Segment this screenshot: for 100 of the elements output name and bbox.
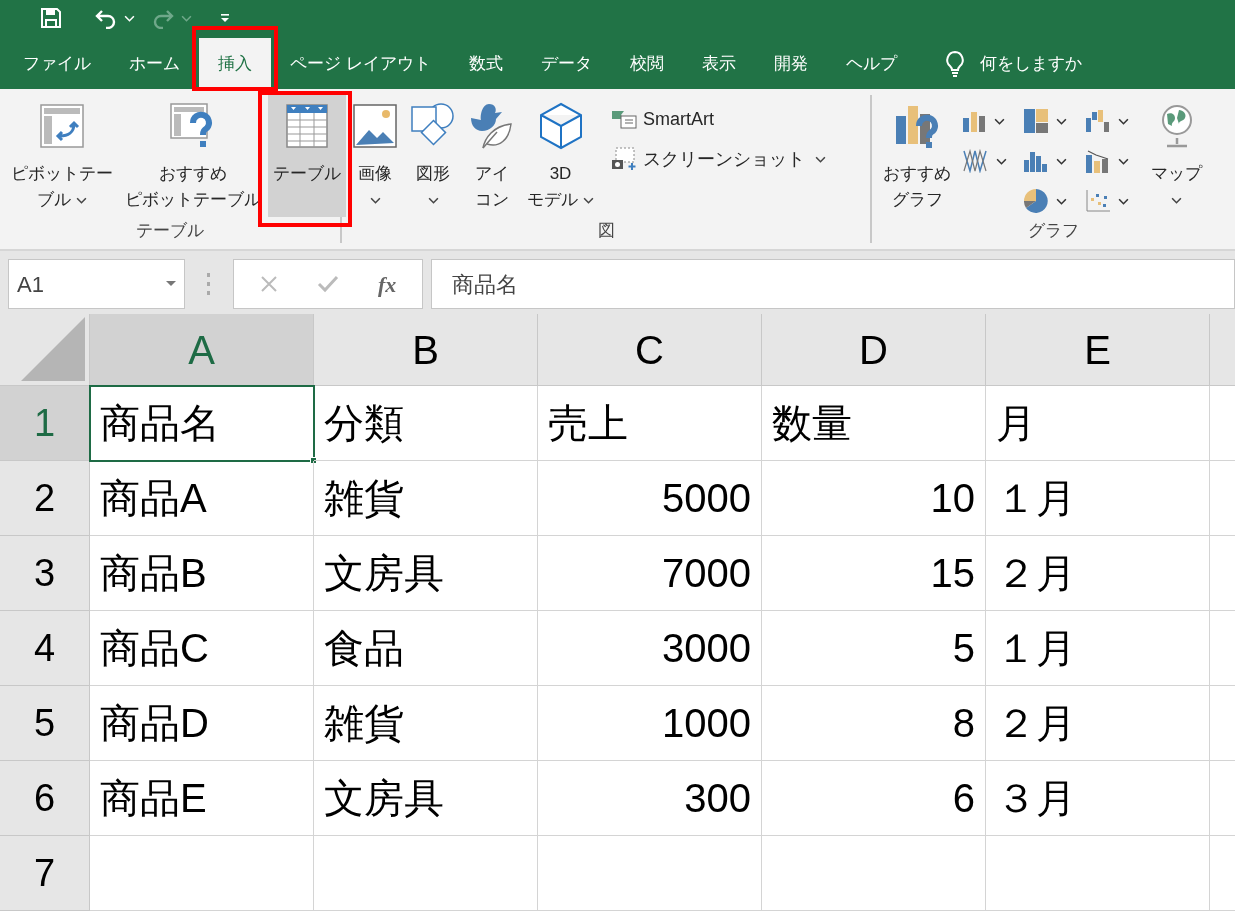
table-cell[interactable]: 5 (762, 611, 986, 686)
ribbon-tab[interactable]: ページ レイアウト (271, 38, 450, 89)
table-cell[interactable] (762, 836, 986, 911)
table-cell[interactable]: 売上 (538, 386, 762, 461)
table-cell[interactable]: 食品 (314, 611, 538, 686)
customize-icon (218, 12, 232, 24)
table-cell[interactable] (90, 836, 314, 911)
pie-chart-icon (1024, 189, 1048, 213)
table-cell[interactable]: 1000 (538, 686, 762, 761)
ribbon-button[interactable]: 3D モデル (522, 95, 599, 217)
ribbon-button[interactable]: スクリーンショット (609, 143, 828, 175)
save-icon (40, 7, 62, 29)
ribbon-button[interactable]: 画像 (348, 95, 402, 217)
table-cell[interactable] (314, 836, 538, 911)
table-cell[interactable]: 10 (762, 461, 986, 536)
ribbon-button[interactable]: 図形 (404, 95, 462, 217)
table-cell[interactable]: 8 (762, 686, 986, 761)
row-header[interactable]: 1 (0, 386, 90, 461)
cancel-icon[interactable] (259, 275, 278, 293)
group-label: 図 (597, 220, 615, 242)
cube-icon (538, 102, 583, 150)
column-header[interactable]: A (90, 314, 314, 386)
chevron-down-icon (76, 196, 87, 204)
smartart-icon (611, 109, 637, 129)
table-cell[interactable]: 5000 (538, 461, 762, 536)
row-header[interactable]: 4 (0, 611, 90, 686)
tell-me-search-field[interactable]: 何をしますか (979, 50, 1082, 77)
table-cell[interactable]: 15 (762, 536, 986, 611)
splitter-handle-icon[interactable] (207, 273, 211, 295)
ribbon-tab[interactable]: 挿入 (199, 38, 271, 89)
table-cell[interactable]: 分類 (314, 386, 538, 461)
formula-field[interactable]: 商品名 (431, 259, 1235, 309)
chevron-down-icon (1118, 117, 1129, 125)
column-chart-icon (1024, 150, 1048, 172)
group-label: グラフ (1028, 220, 1079, 242)
enter-check-icon[interactable] (316, 275, 339, 293)
lightbulb-icon (943, 49, 966, 78)
hierarchy-chart-icon (1024, 109, 1048, 133)
pivot-table-icon (40, 104, 84, 148)
redo-icon (151, 7, 175, 29)
ribbon-tab[interactable]: ホーム (110, 38, 199, 89)
row-header[interactable]: 2 (0, 461, 90, 536)
bird-and-leaf-icon (469, 102, 515, 150)
table-cell[interactable]: １月 (986, 461, 1210, 536)
table-cell[interactable]: 雑貨 (314, 686, 538, 761)
chevron-down-icon (583, 196, 594, 204)
ribbon-button[interactable]: マップ (1146, 95, 1207, 217)
table-cell[interactable]: 3000 (538, 611, 762, 686)
table-cell[interactable]: 雑貨 (314, 461, 538, 536)
chevron-down-icon (1056, 197, 1067, 205)
column-header[interactable]: E (986, 314, 1210, 386)
fill-handle[interactable] (310, 457, 317, 464)
chevron-down-icon (1056, 157, 1067, 165)
table-cell[interactable]: 文房具 (314, 536, 538, 611)
table-cell[interactable]: 商品C (90, 611, 314, 686)
table-cell[interactable]: ２月 (986, 536, 1210, 611)
chevron-down-icon (1118, 157, 1129, 165)
table-cell[interactable]: 商品D (90, 686, 314, 761)
ribbon-button[interactable]: アイ コン (464, 95, 520, 217)
table-cell[interactable]: 数量 (762, 386, 986, 461)
table-cell[interactable] (538, 836, 762, 911)
column-header[interactable]: B (314, 314, 538, 386)
table-cell[interactable]: 月 (986, 386, 1210, 461)
bar-chart-icon (962, 110, 986, 132)
table-cell[interactable]: 商品E (90, 761, 314, 836)
ribbon-tab[interactable]: データ (521, 38, 611, 89)
group-label: テーブル (136, 220, 204, 242)
row-header[interactable]: 7 (0, 836, 90, 911)
table-cell[interactable]: ３月 (986, 761, 1210, 836)
ribbon-button[interactable]: おすすめ グラフ (878, 95, 956, 217)
combo-chart-icon (1086, 149, 1110, 173)
ribbon-tab[interactable]: 数式 (449, 38, 522, 89)
table-cell[interactable]: 文房具 (314, 761, 538, 836)
row-header[interactable]: 5 (0, 686, 90, 761)
chevron-down-icon (994, 117, 1005, 125)
table-cell[interactable]: 7000 (538, 536, 762, 611)
table-cell[interactable]: 商品名 (90, 386, 314, 461)
ribbon-button[interactable]: テーブル (268, 95, 346, 217)
table-cell[interactable]: 商品A (90, 461, 314, 536)
ribbon-tab[interactable]: 校閲 (610, 38, 683, 89)
insert-function-button[interactable]: fx (378, 267, 397, 301)
column-header[interactable]: C (538, 314, 762, 386)
table-icon (286, 104, 328, 148)
ribbon-tab[interactable]: ファイル (4, 38, 110, 89)
ribbon-button[interactable]: SmartArt (609, 103, 828, 135)
row-header[interactable]: 3 (0, 536, 90, 611)
column-header[interactable]: D (762, 314, 986, 386)
name-box[interactable]: A1 (8, 259, 185, 309)
table-cell[interactable]: １月 (986, 611, 1210, 686)
ribbon-button[interactable]: ピボットテー ブル (6, 95, 118, 217)
row-header[interactable]: 6 (0, 761, 90, 836)
table-cell[interactable]: 商品B (90, 536, 314, 611)
table-cell[interactable]: 300 (538, 761, 762, 836)
table-cell[interactable] (986, 836, 1210, 911)
ribbon-tab[interactable]: 表示 (682, 38, 755, 89)
ribbon-tab[interactable]: ヘルプ (826, 38, 916, 89)
ribbon-tab[interactable]: 開発 (754, 38, 827, 89)
table-cell[interactable]: ２月 (986, 686, 1210, 761)
table-cell[interactable]: 6 (762, 761, 986, 836)
chevron-down-icon (124, 14, 135, 22)
